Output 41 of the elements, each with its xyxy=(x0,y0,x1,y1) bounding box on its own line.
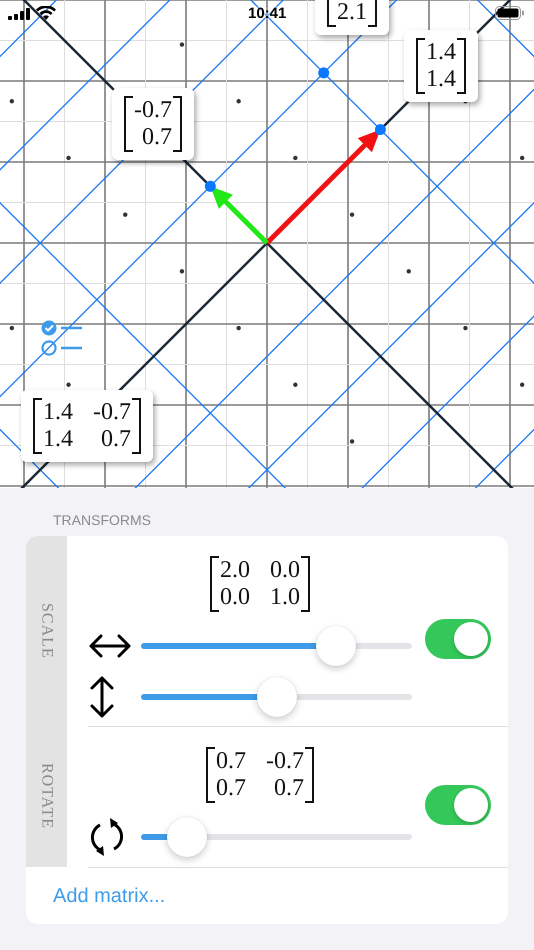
slider-thumb[interactable] xyxy=(167,816,208,856)
section-label: ROTATE xyxy=(38,763,56,830)
slider[interactable] xyxy=(141,816,412,856)
vertical-arrows-icon xyxy=(88,674,116,718)
point-handle[interactable] xyxy=(318,67,330,78)
matrix-entry: 2.1 xyxy=(337,0,367,26)
matrix-entry: 1.4 xyxy=(43,426,73,453)
matrix-entry: 0.0 xyxy=(270,557,300,584)
matrix-entry: -0.7 xyxy=(93,399,131,426)
horizontal-arrows-icon xyxy=(88,632,132,660)
rotate-arrows-icon xyxy=(88,818,126,856)
toggle-switch[interactable] xyxy=(425,619,491,659)
slider-thumb[interactable] xyxy=(256,676,296,716)
add-matrix-link[interactable]: Add matrix... xyxy=(53,884,166,908)
matrix-entry: 1.4 xyxy=(426,66,456,93)
matrix-entry: -0.7 xyxy=(266,748,304,775)
slider-thumb[interactable] xyxy=(316,626,356,666)
wifi-icon xyxy=(36,6,56,20)
battery-icon xyxy=(495,6,525,20)
slider[interactable] xyxy=(141,626,412,666)
matrix-entry: 1.4 xyxy=(43,399,73,426)
matrix-entry: 0.7 xyxy=(100,426,131,453)
section-label: SCALE xyxy=(38,603,56,659)
matrix-entry: 0.0 xyxy=(220,584,250,611)
matrix-entry: 0.7 xyxy=(141,124,172,151)
point-handle[interactable] xyxy=(374,124,386,136)
signal-icon xyxy=(8,8,32,20)
checklist-icon[interactable] xyxy=(40,319,84,357)
matrix-entry: 2.0 xyxy=(220,557,250,584)
point-handle[interactable] xyxy=(204,180,216,192)
matrix-entry: 0.7 xyxy=(216,775,246,802)
vector-arrow[interactable] xyxy=(210,186,269,245)
section-header: TRANSFORMS xyxy=(53,512,151,528)
matrix-entry: 0.7 xyxy=(216,748,246,775)
matrix-entry: 0.7 xyxy=(273,775,304,802)
matrix-entry: 1.0 xyxy=(270,584,300,611)
matrix-entry: -0.7 xyxy=(134,97,172,124)
toggle-switch[interactable] xyxy=(425,784,491,824)
matrix-entry: 1.4 xyxy=(426,39,456,66)
vector-arrow[interactable] xyxy=(265,130,380,245)
slider[interactable] xyxy=(141,676,412,716)
